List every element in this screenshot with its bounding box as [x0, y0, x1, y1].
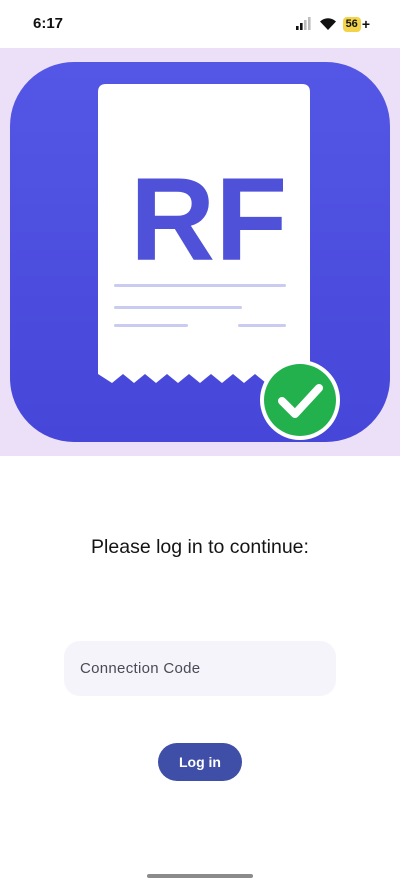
- hero-banner: RF: [0, 48, 400, 456]
- receipt-line: [238, 324, 286, 327]
- home-indicator: [147, 874, 253, 878]
- status-icons: 56 +: [295, 15, 370, 33]
- status-bar: 6:17 56 +: [0, 0, 400, 48]
- receipt-line: [114, 284, 286, 287]
- receipt-check-logo: RF: [10, 62, 390, 442]
- connection-code-input[interactable]: [64, 641, 336, 696]
- status-time: 6:17: [33, 15, 64, 32]
- check-badge-icon: [260, 360, 340, 440]
- login-button[interactable]: Log in: [158, 743, 242, 781]
- receipt-line: [114, 324, 188, 327]
- signal-icon: [295, 17, 311, 30]
- battery-level: 56: [342, 16, 361, 32]
- battery-indicator: 56 +: [342, 16, 370, 32]
- charging-plus-icon: +: [361, 16, 370, 32]
- wifi-icon: [319, 18, 336, 30]
- login-screen: 6:17 56 + RF Please log in to continue: …: [0, 0, 400, 889]
- login-prompt: Please log in to continue:: [91, 536, 309, 558]
- receipt-line: [114, 306, 242, 309]
- logo-text: RF: [130, 154, 287, 286]
